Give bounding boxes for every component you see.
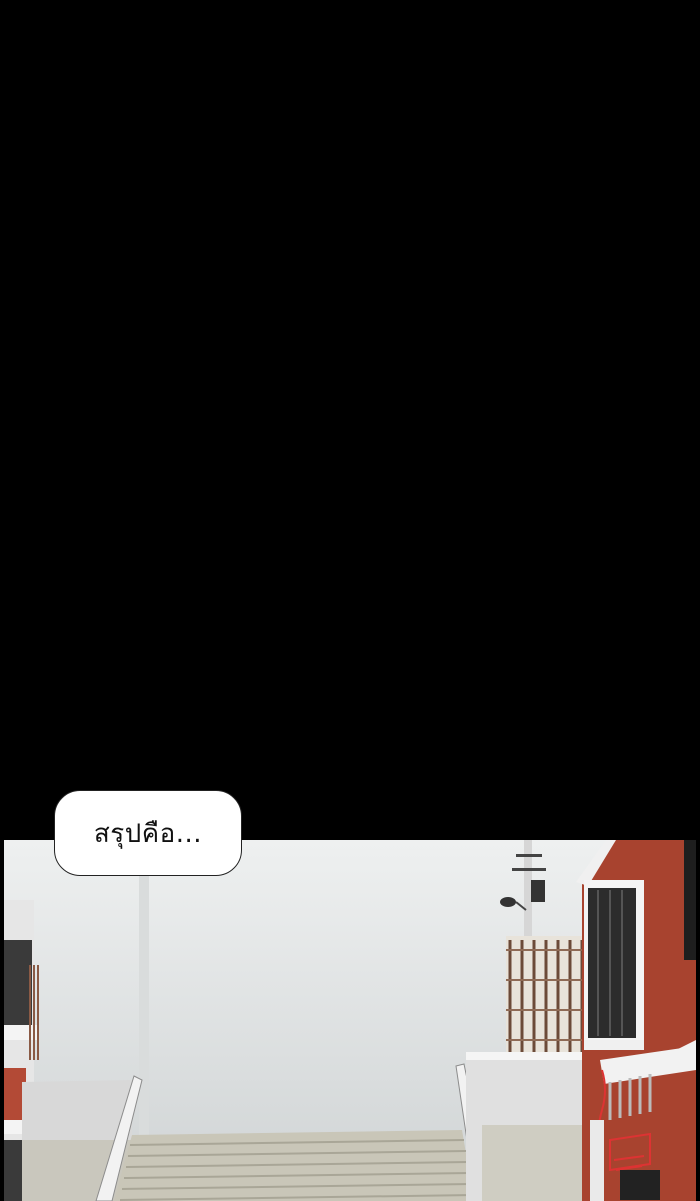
pergola bbox=[506, 936, 588, 1052]
speech-bubble-text: สรุปคือ... bbox=[93, 818, 203, 849]
speech-bubble: สรุปคือ... bbox=[54, 790, 242, 876]
brick-building bbox=[576, 840, 696, 1201]
black-panel bbox=[0, 0, 700, 840]
street-stairs-illustration bbox=[4, 840, 696, 1201]
stairs bbox=[114, 1130, 475, 1201]
